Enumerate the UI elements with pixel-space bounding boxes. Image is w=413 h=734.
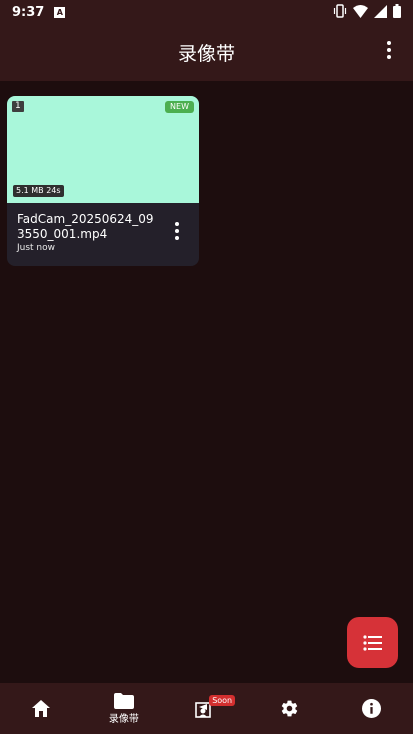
more-vert-icon-dot <box>175 236 179 240</box>
list-icon <box>362 634 382 651</box>
status-icons <box>333 4 401 18</box>
more-vert-icon <box>387 41 391 45</box>
nav-item-about[interactable] <box>330 683 413 734</box>
size-duration-badge: 5.1 MB 24s <box>13 185 64 197</box>
nav-item-settings[interactable] <box>248 683 331 734</box>
list-fab-button[interactable] <box>347 617 398 668</box>
vibrate-icon <box>333 4 347 18</box>
folder-icon <box>113 692 134 709</box>
notification-a-icon: A <box>54 6 66 18</box>
more-vert-icon-dot <box>387 48 391 52</box>
more-vert-icon <box>175 222 179 226</box>
bottom-nav: 录像带 Soon <box>0 683 413 734</box>
nav-item-home[interactable] <box>0 683 83 734</box>
video-options-button[interactable] <box>175 222 179 240</box>
video-thumbnail[interactable]: 1 NEW 5.1 MB 24s <box>7 96 199 203</box>
page-title: 录像带 <box>177 43 235 65</box>
video-card[interactable]: 1 NEW 5.1 MB 24s FadCam_20250624_093550_… <box>7 96 199 266</box>
gear-icon <box>281 700 297 717</box>
wifi-icon <box>353 4 368 18</box>
nav-item-records[interactable]: 录像带 <box>83 683 166 734</box>
video-info: FadCam_20250624_093550_001.mp4 Just now <box>7 203 199 266</box>
video-time-ago: Just now <box>17 243 56 253</box>
more-vert-icon-dot <box>387 55 391 59</box>
more-vert-icon-dot <box>175 229 179 233</box>
records-list: 1 NEW 5.1 MB 24s FadCam_20250624_093550_… <box>0 81 413 683</box>
status-bar: 9:37 A <box>0 0 413 24</box>
new-badge: NEW <box>165 101 194 113</box>
video-file-name: FadCam_20250624_093550_001.mp4 <box>17 212 154 241</box>
signal-icon <box>374 4 387 18</box>
app-bar: 录像带 <box>0 24 413 81</box>
video-index-badge: 1 <box>12 101 24 112</box>
battery-icon <box>393 4 401 18</box>
home-icon <box>32 700 51 717</box>
more-options-button[interactable] <box>379 40 399 60</box>
nav-label-records: 录像带 <box>108 713 139 725</box>
nav-item-remote[interactable]: Soon <box>165 683 248 734</box>
info-icon <box>362 699 382 718</box>
soon-badge: Soon <box>209 695 236 706</box>
status-time: 9:37 <box>12 4 45 20</box>
